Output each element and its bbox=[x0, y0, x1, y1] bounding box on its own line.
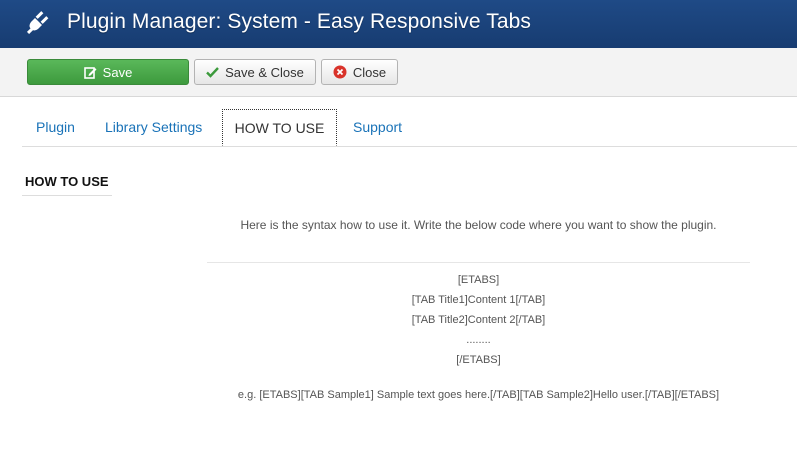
section-heading: HOW TO USE bbox=[22, 171, 112, 196]
plug-icon bbox=[26, 11, 49, 34]
code-line: ........ bbox=[466, 334, 491, 346]
intro-text: Here is the syntax how to use it. Write … bbox=[240, 218, 717, 232]
code-line: [ETABS] bbox=[457, 274, 500, 286]
tab-how-to-use[interactable]: HOW TO USE bbox=[222, 109, 337, 146]
code-line: [TAB Title1]Content 1[/TAB] bbox=[411, 294, 546, 306]
toolbar: Save Save & Close Close bbox=[0, 48, 797, 97]
page-title: Plugin Manager: System - Easy Responsive… bbox=[67, 10, 531, 33]
code-line: [/ETABS] bbox=[456, 354, 501, 366]
edit-icon bbox=[83, 66, 97, 79]
code-sample: [ETABS] [TAB Title1]Content 1[/TAB] [TAB… bbox=[207, 270, 750, 370]
check-icon bbox=[206, 67, 219, 78]
tab-library-settings[interactable]: Library Settings bbox=[105, 109, 202, 147]
divider bbox=[207, 262, 750, 263]
close-icon bbox=[333, 65, 347, 79]
page-header: Plugin Manager: System - Easy Responsive… bbox=[0, 0, 797, 48]
tab-plugin[interactable]: Plugin bbox=[36, 109, 75, 147]
save-and-close-button-label: Save & Close bbox=[225, 64, 304, 80]
save-and-close-button[interactable]: Save & Close bbox=[194, 59, 316, 85]
save-button-label: Save bbox=[102, 64, 133, 80]
close-button[interactable]: Close bbox=[321, 59, 398, 85]
close-button-label: Close bbox=[352, 64, 387, 80]
code-line: [TAB Title2]Content 2[/TAB] bbox=[411, 314, 546, 326]
tab-bar: Plugin Library Settings HOW TO USE Suppo… bbox=[22, 109, 797, 147]
tab-support[interactable]: Support bbox=[353, 109, 402, 147]
save-button[interactable]: Save bbox=[27, 59, 189, 85]
example-text: e.g. [ETABS][TAB Sample1] Sample text go… bbox=[237, 389, 720, 401]
